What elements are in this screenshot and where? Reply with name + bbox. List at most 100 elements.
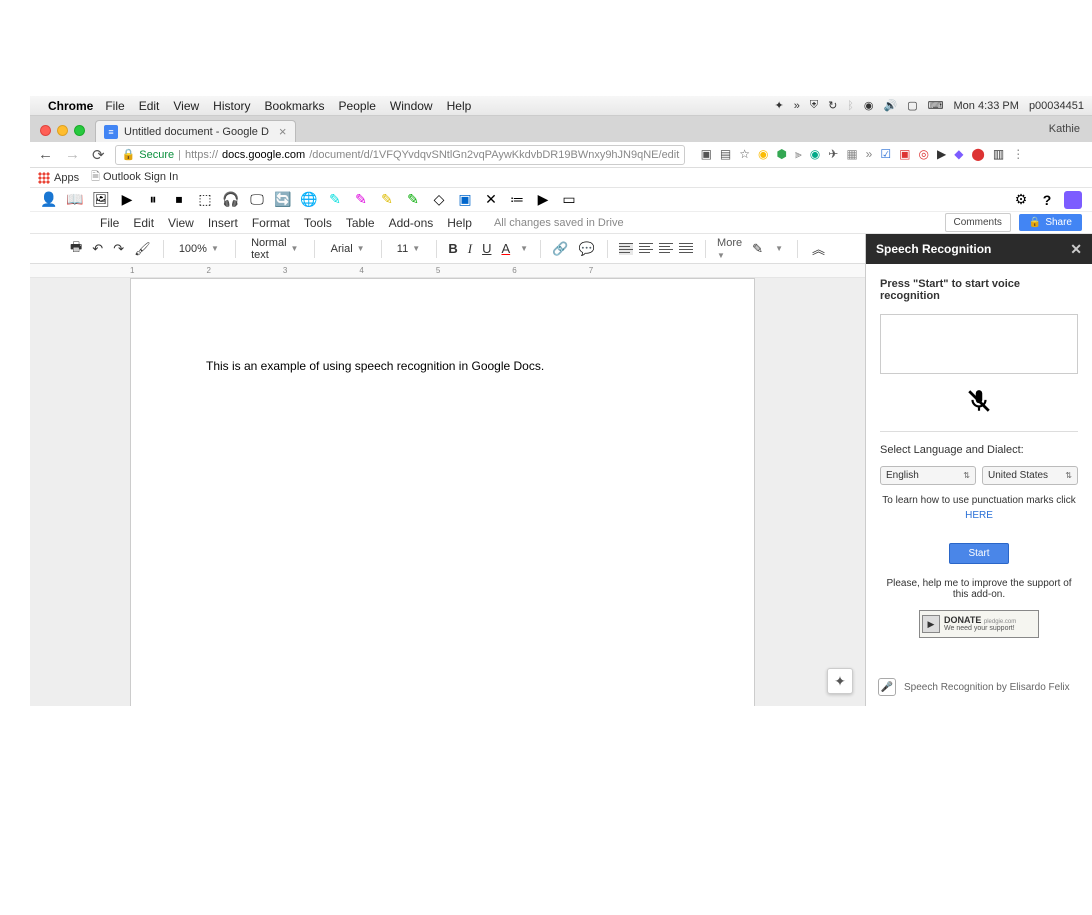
docs-menu-format[interactable]: Format <box>252 216 290 230</box>
rw-erase-icon[interactable]: ◇ <box>430 191 448 209</box>
chevrons-icon[interactable]: » <box>794 100 800 112</box>
dialect-select[interactable]: United States⇅ <box>982 466 1078 485</box>
menu-file[interactable]: File <box>105 99 124 113</box>
docs-menu-addons[interactable]: Add-ons <box>389 216 434 230</box>
transcript-textarea[interactable] <box>880 314 1078 374</box>
input-icon[interactable]: ⌨ <box>928 99 944 112</box>
comments-button[interactable]: Comments <box>945 213 1011 232</box>
comment-icon[interactable]: 💬 <box>578 241 594 257</box>
ext-icon[interactable]: ▦ <box>846 147 857 162</box>
address-bar[interactable]: 🔒 Secure | https://docs.google.com/docum… <box>115 145 685 165</box>
docs-menu-table[interactable]: Table <box>346 216 375 230</box>
rw-highlight-green-icon[interactable]: ✎ <box>404 191 422 209</box>
collapse-icon[interactable]: ︽ <box>812 239 825 258</box>
menu-help[interactable]: Help <box>447 99 472 113</box>
rw-stop-icon[interactable]: ⏹ <box>170 191 188 209</box>
sync-icon[interactable]: ↻ <box>828 99 837 112</box>
ext-icon[interactable]: ◆ <box>954 147 963 162</box>
menu-history[interactable]: History <box>213 99 250 113</box>
gear-icon[interactable]: ⚙ <box>1012 191 1030 209</box>
caret-icon[interactable]: ▼ <box>520 244 528 253</box>
docs-menu-tools[interactable]: Tools <box>304 216 332 230</box>
shield-icon[interactable]: ⛨ <box>810 99 818 112</box>
tab-close-icon[interactable]: × <box>279 124 287 139</box>
ruler[interactable]: 1 2 3 4 5 6 7 <box>30 264 865 278</box>
ext-icon[interactable]: ⫸ <box>795 147 802 162</box>
chrome-profile-name[interactable]: Kathie <box>1049 123 1080 135</box>
battery-icon[interactable]: ▢ <box>907 99 917 112</box>
menu-view[interactable]: View <box>173 99 199 113</box>
rw-dotted-select-icon[interactable]: ⬚ <box>196 191 214 209</box>
docs-menu-insert[interactable]: Insert <box>208 216 238 230</box>
paint-format-icon[interactable]: 🖌 <box>134 241 151 257</box>
print-icon[interactable]: 🖶 <box>70 238 82 260</box>
align-center-icon[interactable] <box>639 243 653 255</box>
rw-highlight-yellow-icon[interactable]: ✎ <box>378 191 396 209</box>
rw-pause-icon[interactable]: ⏸ <box>144 191 162 209</box>
forward-button[interactable]: → <box>63 146 82 163</box>
rw-collect-icon[interactable]: ▣ <box>456 191 474 209</box>
editing-mode-icon[interactable]: ✎ <box>752 241 763 257</box>
document-body-text[interactable]: This is an example of using speech recog… <box>206 359 679 373</box>
ext-icon[interactable]: ▣ <box>701 147 712 162</box>
rw-headphones-icon[interactable]: 🎧 <box>222 191 240 209</box>
ext-icon[interactable]: ▤ <box>720 147 731 162</box>
rw-image-icon[interactable]: 🖼 <box>92 191 110 209</box>
help-icon[interactable]: ? <box>1038 191 1056 209</box>
ext-icon[interactable]: ◉ <box>810 147 820 162</box>
rw-vocab-icon[interactable]: ≔ <box>508 191 526 209</box>
ext-icon[interactable]: ◎ <box>918 147 928 162</box>
rw-book-icon[interactable]: 📖 <box>66 191 84 209</box>
align-justify-icon[interactable] <box>679 243 693 255</box>
rw-simplify-icon[interactable]: ▭ <box>560 191 578 209</box>
font-select[interactable]: Arial▼ <box>327 241 369 257</box>
menu-edit[interactable]: Edit <box>139 99 160 113</box>
menu-people[interactable]: People <box>339 99 376 113</box>
menu-bookmarks[interactable]: Bookmarks <box>265 99 325 113</box>
language-select[interactable]: English⇅ <box>880 466 976 485</box>
rw-badge-icon[interactable] <box>1064 191 1082 209</box>
ext-icon[interactable]: ▥ <box>993 147 1004 162</box>
bold-button[interactable]: B <box>448 241 457 256</box>
reload-button[interactable]: ⟳ <box>90 146 107 164</box>
donate-button[interactable]: ▶ DONATE pledgie.com We need your suppor… <box>919 610 1039 638</box>
text-color-button[interactable]: A <box>501 241 510 256</box>
italic-button[interactable]: I <box>468 241 472 257</box>
undo-icon[interactable]: ↶ <box>92 241 103 257</box>
dropbox-icon[interactable]: ✦ <box>774 99 783 112</box>
rw-icon[interactable]: 👤 <box>40 191 58 209</box>
app-name[interactable]: Chrome <box>48 99 93 113</box>
align-right-icon[interactable] <box>659 243 673 255</box>
apps-button[interactable]: Apps <box>38 172 79 184</box>
docs-menu-help[interactable]: Help <box>447 216 472 230</box>
ext-icon[interactable]: ☑ <box>880 147 891 162</box>
link-icon[interactable]: 🔗 <box>552 241 568 257</box>
volume-icon[interactable]: 🔊 <box>884 99 898 112</box>
more-button[interactable]: More ▼ <box>717 237 742 261</box>
maximize-window-icon[interactable] <box>74 125 85 136</box>
docs-menu-edit[interactable]: Edit <box>133 216 154 230</box>
rw-refresh-icon[interactable]: 🔄 <box>274 191 292 209</box>
docs-menu-view[interactable]: View <box>168 216 194 230</box>
rw-play-icon[interactable]: ▶ <box>118 191 136 209</box>
rw-screen-icon[interactable]: 🖵 <box>248 191 266 209</box>
menu-window[interactable]: Window <box>390 99 433 113</box>
close-window-icon[interactable] <box>40 125 51 136</box>
redo-icon[interactable]: ↷ <box>113 241 124 257</box>
start-button[interactable]: Start <box>949 543 1008 564</box>
bluetooth-icon[interactable]: ᛒ <box>847 100 854 112</box>
share-button[interactable]: 🔒Share <box>1019 214 1082 231</box>
ext-icon[interactable]: ▣ <box>899 147 910 162</box>
user-id[interactable]: p00034451 <box>1029 100 1084 112</box>
fontsize-select[interactable]: 11▼ <box>393 241 424 257</box>
document-canvas[interactable]: This is an example of using speech recog… <box>30 278 865 706</box>
bookmark-outlook[interactable]: 🗎 Outlook Sign In <box>91 168 178 187</box>
explore-button[interactable]: ✦ <box>827 668 853 694</box>
underline-button[interactable]: U <box>482 241 491 256</box>
style-select[interactable]: Normal text▼ <box>247 235 302 263</box>
menu-icon[interactable]: ⋮ <box>1012 147 1024 162</box>
ext-icon[interactable]: ⬤ <box>971 147 984 162</box>
ext-icon[interactable]: » <box>866 147 873 162</box>
document-page[interactable]: This is an example of using speech recog… <box>130 278 755 706</box>
panel-close-icon[interactable]: ✕ <box>1070 241 1082 258</box>
